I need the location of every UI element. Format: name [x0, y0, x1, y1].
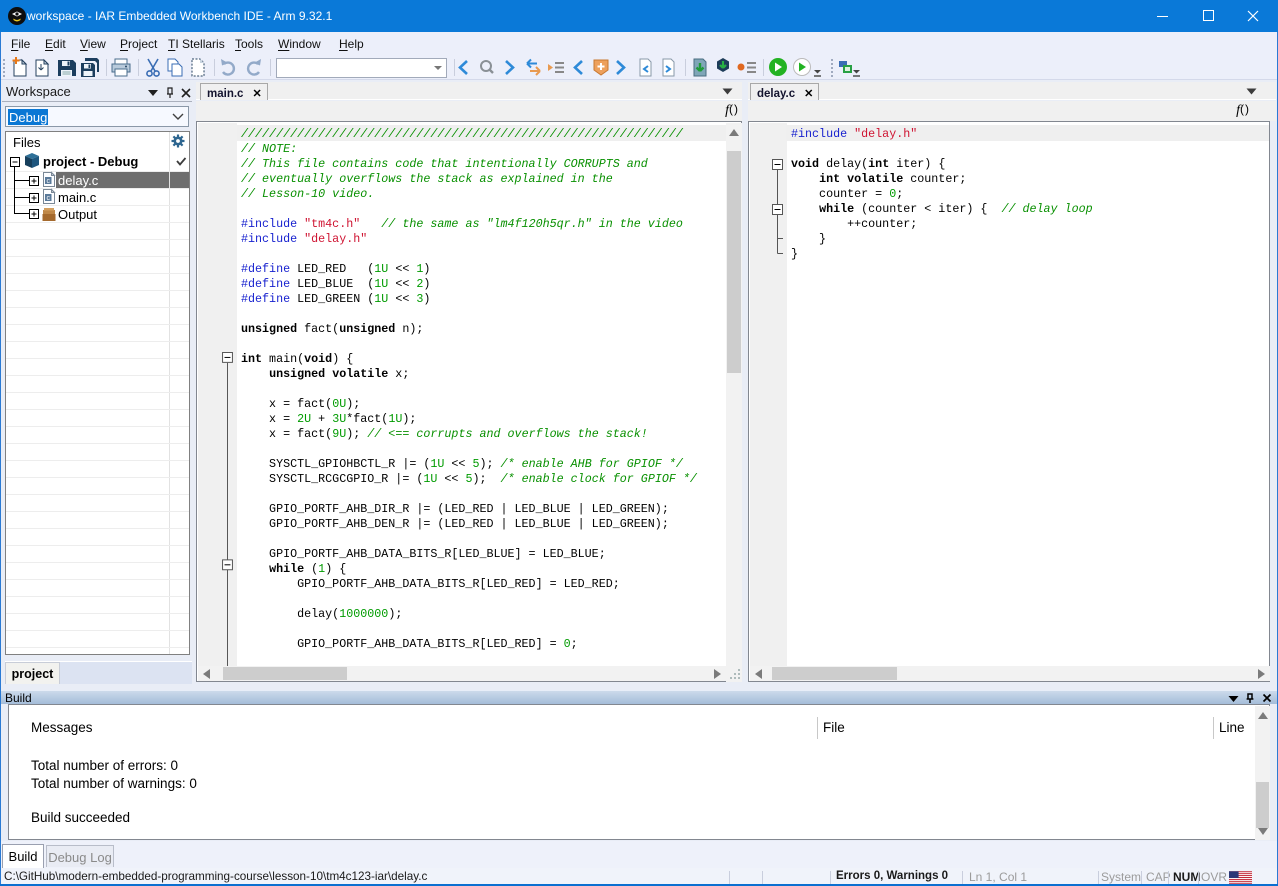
- svg-text:c: c: [46, 178, 50, 185]
- svg-text:c: c: [46, 195, 50, 202]
